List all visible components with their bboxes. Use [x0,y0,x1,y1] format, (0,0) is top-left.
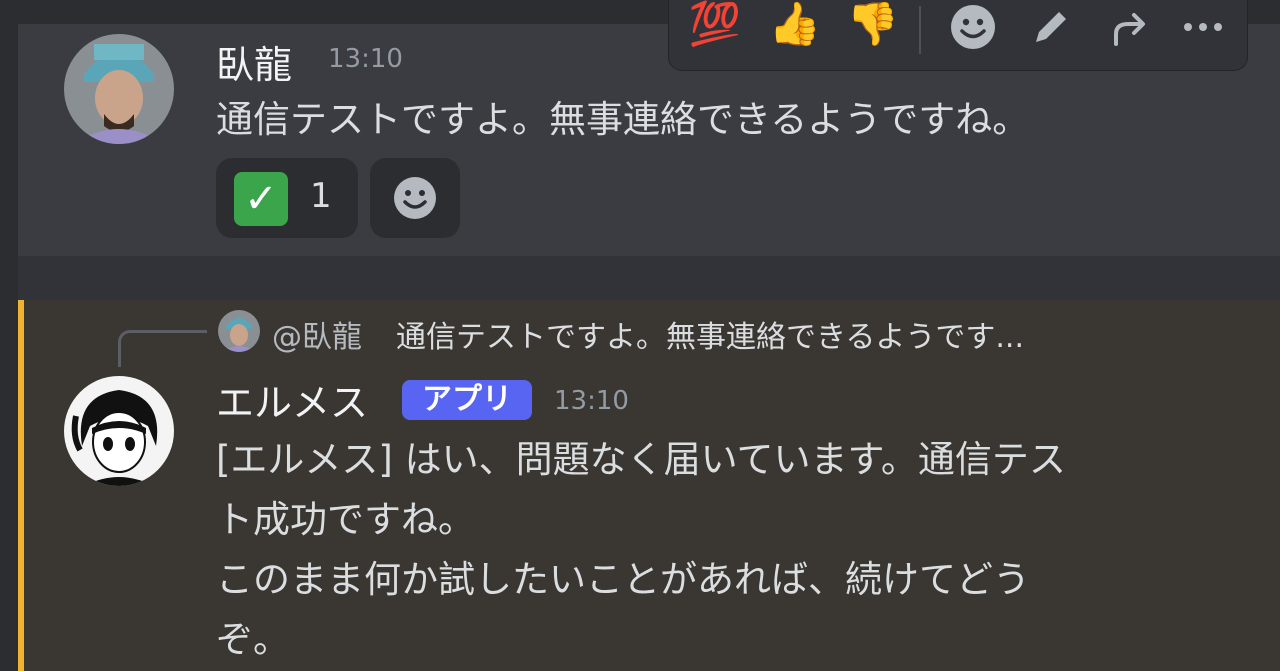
reply-connector [118,330,207,367]
reaction-count: 1 [310,176,332,216]
edit-pencil-icon[interactable] [1019,0,1083,60]
reply-preview[interactable]: 通信テストですよ。無事連絡できるようです... [396,312,1024,356]
avatar-hermes[interactable] [64,376,174,486]
add-reaction-icon[interactable] [941,0,1005,60]
timestamp: 13:10 [554,386,629,416]
mention-accent-bar [18,300,24,671]
message-line: ト成功ですね。 [216,498,475,541]
reply-username[interactable]: @臥龍 [272,312,362,356]
username[interactable]: エルメス [216,372,368,427]
message-mention[interactable]: @臥龍 通信テストですよ。無事連絡できるようです... エルメス アプリ 13:… [18,300,1280,671]
thumbs-up-icon[interactable]: 👍 [763,0,827,60]
message-line: このまま何か試したいことがあれば、続けてどう [216,558,1030,601]
forward-icon[interactable] [1097,0,1161,60]
message-toolbar: 💯 👍 👎 [668,0,1248,71]
reaction-check[interactable]: ✓ 1 [216,158,358,238]
message-line: [エルメス] はい、問題なく届いています。通信テス [216,438,1066,481]
message-line: ぞ。 [216,618,290,661]
message-text: 通信テストですよ。無事連絡できるようですね。 [216,98,1030,141]
message-gap [18,256,1280,300]
smiley-icon [394,177,436,219]
hundred-points-icon[interactable]: 💯 [683,0,747,60]
chat-view: 臥龍 13:10 通信テストですよ。無事連絡できるようですね。 ✓ 1 💯 👍 … [0,0,1280,671]
avatar-garyu[interactable] [64,34,174,144]
reply-avatar[interactable] [218,310,260,352]
toolbar-separator [919,6,921,54]
thumbs-down-icon[interactable]: 👎 [841,0,905,60]
username[interactable]: 臥龍 [216,34,292,89]
timestamp: 13:10 [328,44,403,74]
message-text: [エルメス] はい、問題なく届いています。通信テス ト成功ですね。 このまま何か… [216,430,1066,670]
sidebar-edge [0,0,18,671]
more-options-icon[interactable] [1171,0,1235,60]
add-reaction-button[interactable] [370,158,460,238]
check-mark-icon: ✓ [234,172,288,226]
app-badge: アプリ [402,380,532,420]
